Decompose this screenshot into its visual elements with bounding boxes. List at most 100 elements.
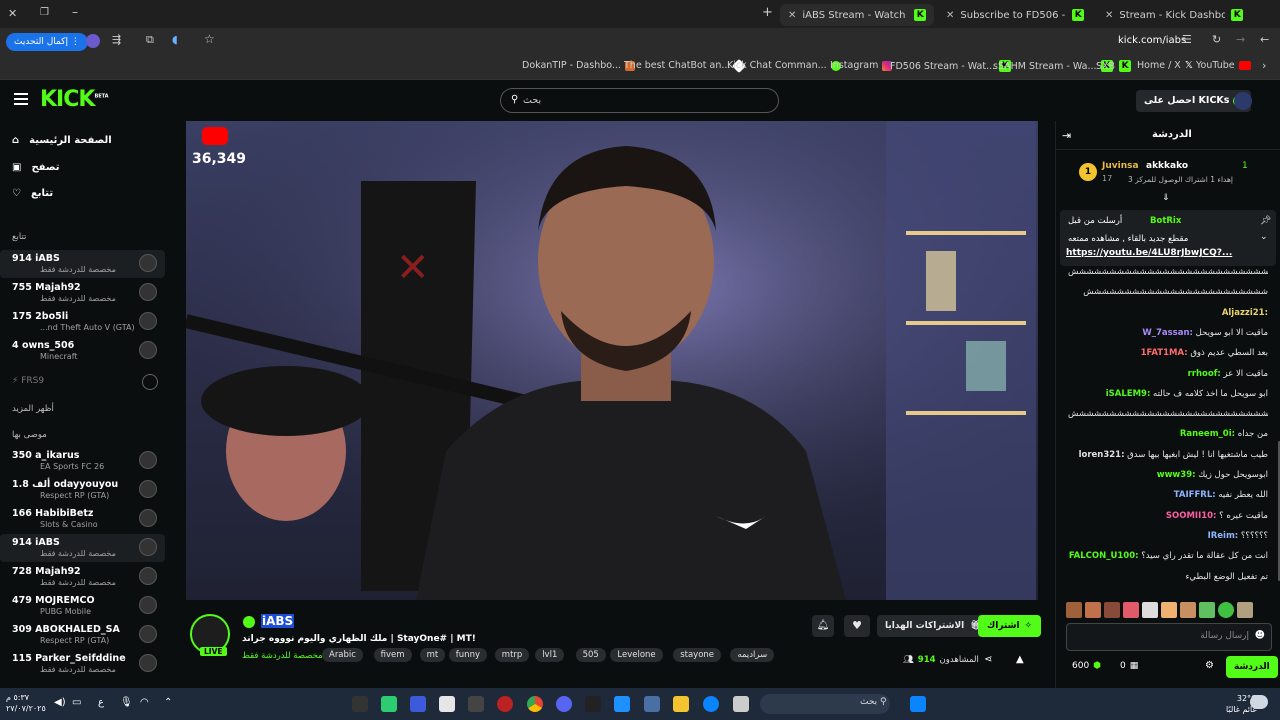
language-icon[interactable]: ع — [98, 697, 104, 708]
bookmark-sxb[interactable]: SXB K — [1096, 60, 1132, 72]
pinned-link[interactable]: https://youtu.be/4LU8rJbwJCQ?... — [1066, 248, 1232, 258]
video-player[interactable]: ✕ 36,349 — [186, 121, 1038, 600]
send-chat-button[interactable]: الدردشة — [1226, 656, 1278, 678]
sidebar-channel-item[interactable]: 309 ABOKHALED_SA Respect RP (GTA) — [0, 621, 165, 649]
sidebar-channel-item[interactable]: 479 MOJREMCO PUBG Mobile — [0, 592, 165, 620]
leaderboard-name-2[interactable]: akkkako — [1146, 161, 1188, 171]
app-icon[interactable] — [614, 696, 630, 712]
emote-icon[interactable] — [1180, 602, 1196, 618]
chat-username[interactable]: W_7assan: — [1142, 328, 1193, 338]
chat-username[interactable]: FALCON_U100: — [1069, 551, 1139, 561]
tab-kick-dashboard[interactable]: ✕ Stream - Kick Dashboard K — [1097, 4, 1251, 26]
chat-username[interactable]: Aljazzi21: — [1222, 308, 1268, 318]
emote-icon[interactable] — [1104, 602, 1120, 618]
sidebar-channel-item[interactable]: 1.8 ألف odayyouyou Respect RP (GTA) — [0, 476, 165, 504]
user-avatar[interactable] — [1234, 92, 1252, 110]
file-explorer-icon[interactable] — [673, 696, 689, 712]
channel-name[interactable]: iABS — [261, 614, 295, 628]
chat-username[interactable]: www39: — [1157, 470, 1196, 480]
notification-bell-button[interactable]: 🔔︎ — [812, 615, 834, 637]
nav-home[interactable]: ⌂ الصفحة الرئيسية — [12, 135, 112, 146]
nav-following[interactable]: ♡ تتابع — [12, 188, 53, 199]
back-icon[interactable]: ← — [1260, 33, 1269, 46]
app-icon[interactable] — [644, 696, 660, 712]
new-tab-icon[interactable]: + — [762, 5, 773, 20]
chat-username[interactable]: SOOMII10: — [1166, 511, 1217, 521]
offline-channel[interactable]: ⚡ FRS9 — [12, 376, 44, 386]
chat-username[interactable]: 1FAT1MA: — [1141, 348, 1188, 358]
kick-logo[interactable]: KICKBETA — [40, 87, 109, 112]
stream-tag[interactable]: mt — [419, 648, 446, 662]
nav-browse[interactable]: ▣ تصفح — [12, 162, 59, 173]
close-tab-icon[interactable]: ✕ — [1105, 10, 1113, 21]
stream-tag[interactable]: mtrp — [494, 648, 530, 662]
calendar-app-icon[interactable] — [439, 696, 455, 712]
sidebar-channel-item[interactable]: 175 2bo5li ...nd Theft Auto V (GTA) — [0, 308, 165, 336]
show-more-link[interactable]: أظهر المزيد — [12, 404, 54, 414]
url-text[interactable]: kick.com/iabs — [1118, 35, 1186, 46]
reader-mode-icon[interactable]: ☰ — [1182, 33, 1192, 46]
microphone-icon[interactable]: 🎙︎ — [120, 697, 133, 708]
collapse-chat-icon[interactable]: ⇥ — [1062, 129, 1071, 142]
bookmark-x[interactable]: Home / X𝕏 — [1137, 60, 1193, 71]
close-window-icon[interactable]: ✕ — [8, 7, 17, 20]
app-icon[interactable] — [381, 696, 397, 712]
stream-tag[interactable]: Arabic — [322, 648, 363, 662]
app-icon[interactable] — [497, 696, 513, 712]
report-icon[interactable]: ▲ — [1016, 654, 1024, 665]
emote-icon[interactable] — [1199, 602, 1215, 618]
emote-icon[interactable] — [1142, 602, 1158, 618]
update-button[interactable]: إكمال التحديث ⋮ — [6, 33, 88, 51]
more-bookmarks-icon[interactable]: › — [1262, 59, 1266, 72]
discord-icon[interactable] — [556, 696, 572, 712]
tab-fd506[interactable]: ✕ Subscribe to FD506 - Kick Strea K — [938, 4, 1092, 26]
offline-avatar[interactable] — [142, 374, 158, 390]
app-icon[interactable] — [733, 696, 749, 712]
stream-tag[interactable]: سراديمه — [730, 648, 775, 662]
read-aloud-icon[interactable]: ◖ — [172, 33, 178, 46]
tab-search-icon[interactable]: ⇶ — [112, 33, 121, 46]
edge-icon[interactable] — [703, 696, 719, 712]
settings-app-icon[interactable] — [410, 696, 426, 712]
emote-icon[interactable] — [1085, 602, 1101, 618]
share-icon[interactable]: ⋖ — [984, 654, 992, 665]
emoji-picker-icon[interactable]: ☻ — [1255, 630, 1265, 641]
forward-icon[interactable]: → — [1236, 33, 1245, 46]
stream-tag[interactable]: stayone — [673, 648, 722, 662]
app-icon[interactable] — [468, 696, 484, 712]
subscribe-button[interactable]: اشتراك ✧ — [978, 615, 1042, 637]
bookmark-dokantip[interactable]: DokanTIP - Dashbo... — [522, 60, 635, 71]
stream-category[interactable]: مخصصة للدردشة فقط — [242, 651, 323, 661]
menu-hamburger-icon[interactable] — [14, 93, 28, 95]
close-tab-icon[interactable]: ✕ — [946, 10, 954, 21]
expand-leaderboard-icon[interactable]: ⇓ — [1162, 193, 1170, 203]
stream-tag[interactable]: lvl1 — [535, 648, 565, 662]
sidebar-channel-item[interactable]: 728 Majah92 مخصصة للدردشة فقط — [0, 563, 165, 591]
taskbar-search[interactable]: بحث ⚲ — [760, 694, 890, 714]
gift-subs-button[interactable]: الاشتراكات الهدايا 🎁︎ — [877, 615, 990, 637]
emote-icon[interactable] — [1123, 602, 1139, 618]
bookmark-kick-chat[interactable]: Kick Chat Comman... — [727, 60, 841, 71]
channel-points[interactable]: 600 ⬢ — [1072, 661, 1101, 671]
sidebar-channel-item[interactable]: 914 iABS مخصصة للدردشة فقط — [0, 534, 165, 562]
chrome-icon[interactable] — [527, 696, 543, 712]
app-icon[interactable] — [352, 696, 368, 712]
maximize-icon[interactable]: ❐ — [40, 7, 49, 18]
bookmark-youtube[interactable]: YouTube — [1196, 60, 1251, 71]
chat-username[interactable]: TAIFFRL: — [1174, 490, 1216, 500]
sidebar-channel-item[interactable]: 166 HabibiBetz Slots & Casino — [0, 505, 165, 533]
bookmark-instagram[interactable]: Instagram — [830, 60, 893, 71]
start-windows-icon[interactable] — [910, 696, 926, 712]
sidebar-channel-item[interactable]: 350 a_ikarus EA Sports FC 26 — [0, 447, 165, 475]
chat-username[interactable]: iSALEM9: — [1106, 389, 1151, 399]
clock[interactable]: ٥:٣٧ م ٢٧/٠٧/٢٠٢٥ — [6, 692, 46, 714]
stream-tag[interactable]: funny — [448, 648, 487, 662]
chat-username[interactable]: loren321: — [1079, 450, 1125, 460]
emote-icon[interactable] — [1161, 602, 1177, 618]
emote-icon[interactable] — [1218, 602, 1234, 618]
split-view-icon[interactable]: ⧉ — [146, 33, 154, 47]
sidebar-channel-item[interactable]: 914 iABS مخصصة للدردشة فقط — [0, 250, 165, 278]
sidebar-channel-item[interactable]: 115 Parker_Seifddine مخصصة للدردشة فقط — [0, 650, 165, 678]
minimize-icon[interactable]: – — [72, 5, 78, 19]
pinned-sender[interactable]: BotRix — [1150, 216, 1181, 226]
